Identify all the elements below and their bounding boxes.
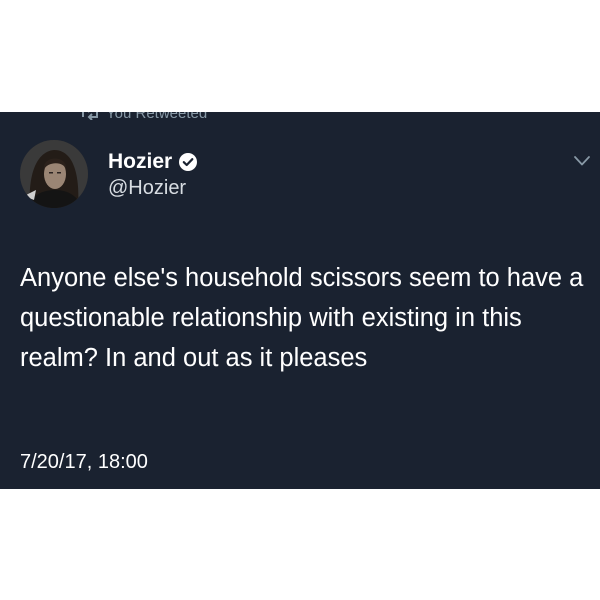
retweet-label: You Retweeted	[106, 112, 208, 122]
tweet-timestamp[interactable]: 7/20/17, 18:00	[20, 450, 148, 474]
verified-badge-icon	[179, 153, 198, 171]
avatar[interactable]	[20, 140, 88, 208]
author-handle[interactable]: @Hozier	[108, 176, 186, 200]
chevron-down-icon[interactable]	[573, 155, 591, 167]
retweet-icon	[82, 112, 98, 120]
retweet-context[interactable]: You Retweeted	[80, 112, 207, 122]
author-name[interactable]: Hozier	[108, 150, 172, 174]
tweet-card: You Retweeted Hozier @Hozier Anyone else…	[0, 112, 600, 489]
tweet-text: Anyone else's household scissors seem to…	[20, 264, 584, 372]
author-name-row[interactable]: Hozier	[108, 150, 198, 174]
